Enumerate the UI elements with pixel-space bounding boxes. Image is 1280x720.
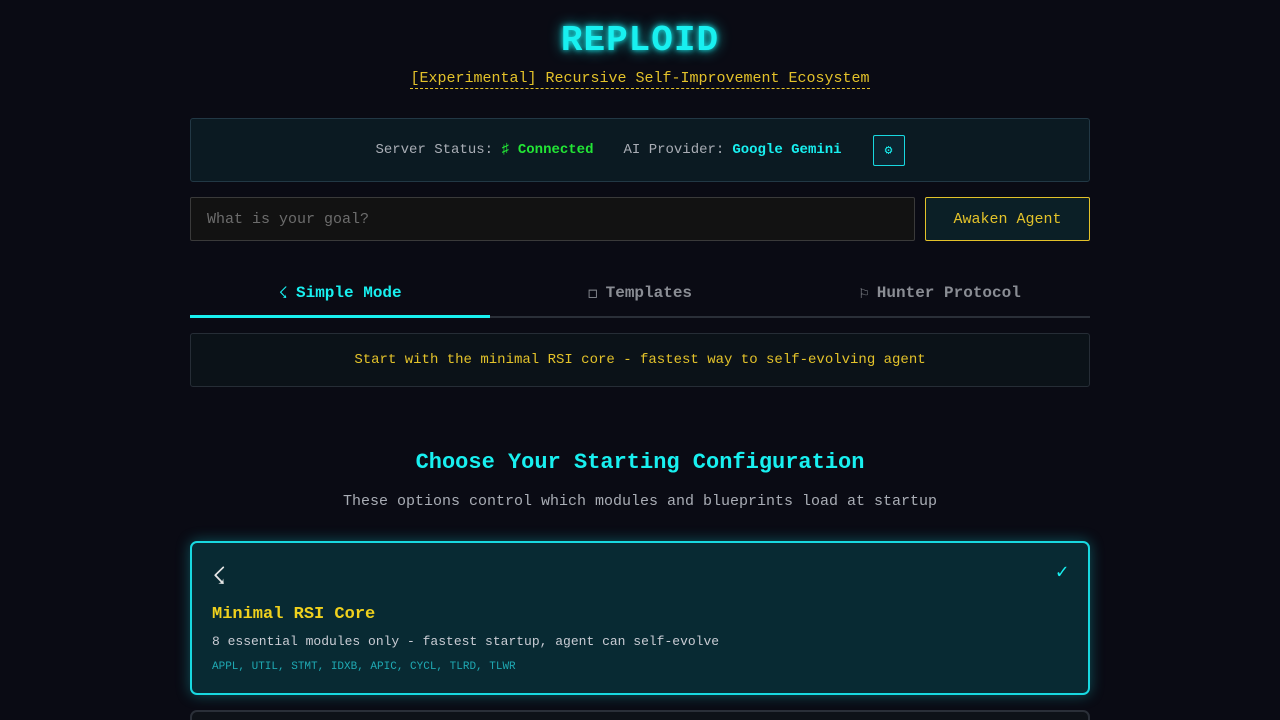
config-option-minimal-rsi-core[interactable]: ☇ ✓ Minimal RSI Core 8 essential modules…: [190, 541, 1090, 695]
checkmark-icon: ✓: [1055, 562, 1068, 585]
config-option-next[interactable]: [190, 710, 1090, 720]
app-title: REPLOID: [560, 20, 720, 61]
tab-label: Simple Mode: [296, 284, 402, 302]
lightning-icon: ☇: [212, 565, 227, 592]
gear-icon: ⚙: [884, 142, 893, 158]
app-subtitle-link[interactable]: [Experimental] Recursive Self-Improvemen…: [410, 70, 870, 89]
section-title: Choose Your Starting Configuration: [415, 450, 865, 475]
awaken-agent-button[interactable]: Awaken Agent: [925, 197, 1090, 241]
server-status-text: Connected: [517, 142, 594, 158]
connection-icon: ♯: [501, 142, 510, 158]
server-status-value: ♯ Connected: [501, 142, 593, 158]
tab-label: Templates: [605, 284, 693, 302]
tab-hunter-protocol[interactable]: ⚐ Hunter Protocol: [790, 270, 1090, 316]
ai-provider-label: AI Provider:: [623, 142, 725, 158]
tab-simple-mode[interactable]: ☇ Simple Mode: [190, 270, 490, 318]
goal-input[interactable]: [190, 197, 915, 241]
tab-templates[interactable]: ◻ Templates: [490, 270, 790, 316]
tab-label: Hunter Protocol: [876, 284, 1021, 302]
flag-icon: ⚐: [859, 285, 869, 303]
settings-button[interactable]: ⚙: [872, 134, 905, 166]
section-subtitle: These options control which modules and …: [342, 493, 938, 510]
option-modules: APPL, UTIL, STMT, IDXB, APIC, CYCL, TLRD…: [212, 661, 516, 673]
option-title: Minimal RSI Core: [212, 605, 376, 624]
ai-provider-value: Google Gemini: [732, 142, 842, 158]
lightning-icon: ☇: [278, 285, 288, 303]
square-icon: ◻: [587, 285, 598, 303]
option-description: 8 essential modules only - fastest start…: [212, 634, 720, 649]
mode-description: Start with the minimal RSI core - fastes…: [190, 333, 1090, 387]
server-status-label: Server Status:: [375, 142, 494, 158]
mode-tabs: ☇ Simple Mode ◻ Templates ⚐ Hunter Proto…: [190, 270, 1090, 318]
status-bar: Server Status: ♯ Connected AI Provider: …: [190, 118, 1090, 182]
